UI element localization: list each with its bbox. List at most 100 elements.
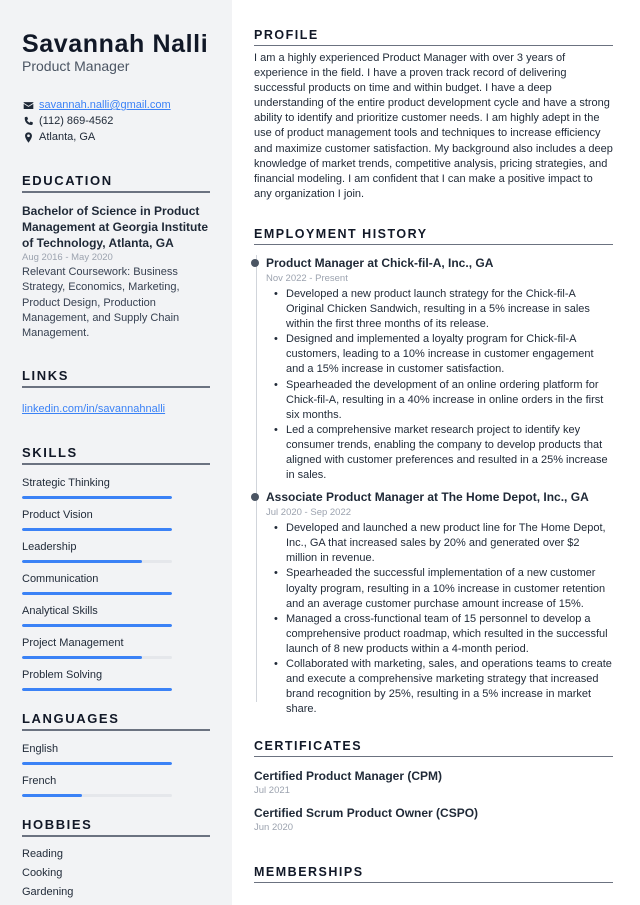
language-label: French — [22, 775, 57, 788]
language-level-fill — [22, 762, 172, 766]
job-bullet: Developed a new product launch strategy … — [274, 287, 613, 332]
certificate-item: Certified Scrum Product Owner (CSPO) Jun… — [254, 805, 613, 835]
phone-number: (112) 869-4562 — [39, 115, 114, 127]
skills-heading: SKILLS — [22, 445, 210, 466]
job-entry: Associate Product Manager at The Home De… — [251, 489, 613, 717]
contact-info: savannah.nalli@gmail.com (112) 869-4562 … — [22, 97, 210, 145]
skill-item: Problem Solving — [22, 668, 210, 692]
job-bullet: Managed a cross-functional team of 15 pe… — [274, 612, 613, 657]
job-title: Associate Product Manager at The Home De… — [266, 490, 589, 505]
hobby-item: Cooking — [22, 867, 63, 880]
contact-location: Atlanta, GA — [22, 129, 210, 145]
skill-item: Strategic Thinking — [22, 476, 210, 500]
education-heading: EDUCATION — [22, 173, 210, 193]
skill-item: Communication — [22, 572, 210, 596]
skill-level-fill — [22, 560, 142, 564]
languages-heading: LANGUAGES — [22, 711, 210, 732]
skill-label: Communication — [22, 573, 99, 586]
language-label: English — [22, 743, 59, 756]
skills-section: SKILLS Strategic Thinking Product Vision… — [22, 445, 210, 692]
job-dates: Nov 2022 - Present — [266, 272, 348, 284]
skill-level-bar — [22, 656, 172, 660]
skill-label: Analytical Skills — [22, 605, 98, 618]
skill-item: Analytical Skills — [22, 604, 210, 628]
skill-level-bar — [22, 624, 172, 628]
location-text: Atlanta, GA — [39, 131, 96, 143]
job-bullet: Spearheaded the successful implementatio… — [274, 566, 613, 611]
skill-level-fill — [22, 656, 142, 660]
education-dates: Aug 2016 - May 2020 — [22, 252, 113, 263]
timeline-dot-icon — [251, 493, 259, 502]
job-entry: Product Manager at Chick-fil-A, Inc., GA… — [251, 255, 613, 483]
profile-section: PROFILE I am a highly experienced Produc… — [254, 28, 613, 202]
job-dates: Jul 2020 - Sep 2022 — [266, 507, 352, 519]
links-heading: LINKS — [22, 368, 210, 389]
certificate-item: Certified Product Manager (CPM) Jul 2021 — [254, 768, 613, 798]
job-bullets: Developed and launched a new product lin… — [266, 521, 613, 717]
skill-level-bar — [22, 528, 172, 532]
certificate-date: Jul 2021 — [254, 785, 290, 797]
skill-level-fill — [22, 592, 172, 596]
skill-item: Leadership — [22, 540, 210, 564]
languages-section: LANGUAGES English French — [22, 711, 210, 798]
map-pin-icon — [22, 131, 34, 143]
memberships-heading: MEMBERSHIPS — [254, 865, 613, 884]
timeline-dot-icon — [251, 258, 259, 267]
hobbies-section: HOBBIES Reading Cooking Gardening — [22, 817, 210, 902]
skill-level-bar — [22, 688, 172, 692]
candidate-name: Savannah Nalli — [22, 30, 209, 58]
education-section: EDUCATION Bachelor of Science in Product… — [22, 173, 210, 341]
employment-heading: EMPLOYMENT HISTORY — [254, 227, 613, 245]
language-level-fill — [22, 794, 82, 798]
employment-timeline: Product Manager at Chick-fil-A, Inc., GA… — [251, 254, 613, 717]
contact-email: savannah.nalli@gmail.com — [22, 97, 210, 113]
skill-label: Leadership — [22, 541, 77, 554]
skill-label: Product Vision — [22, 509, 93, 522]
certificates-heading: CERTIFICATES — [254, 739, 613, 758]
skill-level-fill — [22, 688, 172, 692]
language-level-bar — [22, 794, 172, 798]
job-bullet: Collaborated with marketing, sales, and … — [274, 657, 613, 717]
degree-title: Bachelor of Science in Product Managemen… — [22, 204, 209, 250]
skill-level-bar — [22, 560, 172, 564]
skill-level-fill — [22, 624, 172, 628]
skill-label: Project Management — [22, 637, 124, 650]
contact-phone: (112) 869-4562 — [22, 113, 210, 129]
candidate-title: Product Manager — [22, 58, 130, 74]
employment-section: EMPLOYMENT HISTORY Product Manager at Ch… — [251, 227, 613, 717]
sidebar: Savannah Nalli Product Manager savannah.… — [0, 0, 232, 905]
job-bullet: Spearheaded the development of an online… — [274, 378, 613, 423]
linkedin-link[interactable]: linkedin.com/in/savannahnalli — [22, 403, 165, 415]
language-item: French — [22, 774, 210, 798]
language-item: English — [22, 742, 210, 766]
certificates-section: CERTIFICATES Certified Product Manager (… — [254, 739, 613, 835]
links-section: LINKS linkedin.com/in/savannahnalli — [22, 368, 210, 417]
hobbies-heading: HOBBIES — [22, 817, 210, 838]
email-link[interactable]: savannah.nalli@gmail.com — [39, 99, 171, 111]
certificate-date: Jun 2020 — [254, 822, 294, 834]
certificate-title: Certified Product Manager (CPM) — [254, 769, 443, 784]
phone-icon — [22, 115, 34, 127]
job-bullets: Developed a new product launch strategy … — [266, 287, 613, 483]
main-content: PROFILE I am a highly experienced Produc… — [251, 28, 613, 884]
profile-heading: PROFILE — [254, 28, 613, 46]
skill-item: Project Management — [22, 636, 210, 660]
memberships-section: MEMBERSHIPS — [254, 865, 613, 884]
hobby-item: Gardening — [22, 886, 74, 899]
skill-item: Product Vision — [22, 508, 210, 532]
envelope-icon — [22, 99, 34, 111]
job-bullet: Led a comprehensive market research proj… — [274, 423, 613, 483]
skill-label: Strategic Thinking — [22, 477, 110, 490]
skill-level-fill — [22, 528, 172, 532]
skill-level-fill — [22, 496, 172, 500]
profile-text: I am a highly experienced Product Manage… — [254, 52, 613, 200]
job-title: Product Manager at Chick-fil-A, Inc., GA — [266, 255, 494, 270]
skill-label: Problem Solving — [22, 669, 103, 682]
coursework: Relevant Coursework: Business Strategy, … — [22, 266, 180, 340]
job-bullet: Designed and implemented a loyalty progr… — [274, 332, 613, 377]
language-level-bar — [22, 762, 172, 766]
job-bullet: Developed and launched a new product lin… — [274, 521, 613, 566]
hobby-item: Reading — [22, 848, 63, 861]
skill-level-bar — [22, 496, 172, 500]
skill-level-bar — [22, 592, 172, 596]
